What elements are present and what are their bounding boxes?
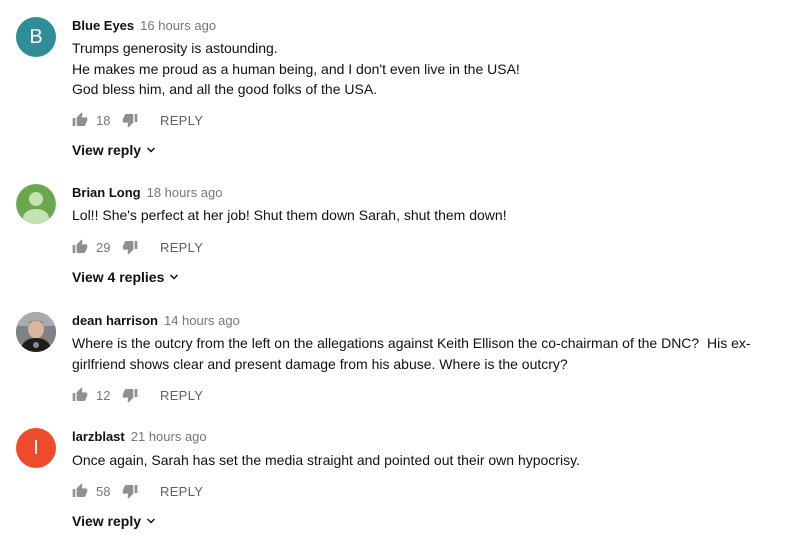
avatar[interactable]: I — [16, 428, 56, 468]
view-replies-button[interactable]: View reply — [72, 513, 157, 529]
like-button[interactable] — [72, 483, 88, 499]
comment-line: God bless him, and all the good folks of… — [72, 81, 378, 97]
avatar[interactable] — [16, 184, 56, 224]
thumbs-down-icon — [122, 241, 138, 255]
like-count: 12 — [96, 387, 111, 403]
author-name[interactable]: Blue Eyes — [72, 18, 134, 33]
comment-header: larzblast 21 hours ago — [72, 429, 207, 445]
dislike-button[interactable] — [122, 112, 138, 128]
comment-line: Trumps generosity is astounding. — [72, 40, 278, 56]
thumbs-up-icon — [72, 387, 88, 401]
thumbs-up-icon — [72, 483, 88, 497]
author-name[interactable]: dean harrison — [72, 313, 158, 328]
thumbs-down-icon — [122, 485, 138, 499]
view-replies-label: View reply — [72, 513, 142, 529]
like-button[interactable] — [72, 112, 88, 128]
comment-actions: 29 REPLY — [72, 238, 203, 256]
reply-button[interactable]: REPLY — [160, 113, 203, 128]
thumbs-up-icon — [72, 112, 88, 126]
view-replies-button[interactable]: View reply — [72, 142, 157, 158]
chevron-down-icon — [146, 518, 156, 524]
avatar-letter: B — [29, 25, 43, 48]
comment-actions: 58 REPLY — [72, 482, 203, 500]
chevron-down-icon — [146, 147, 156, 153]
view-replies-button[interactable]: View 4 replies — [72, 269, 180, 285]
like-count: 58 — [96, 483, 111, 499]
comment-text: Where is the outcry from the left on the… — [72, 333, 772, 374]
default-user-icon — [16, 184, 56, 224]
view-replies-label: View reply — [72, 142, 142, 158]
comment-text: Lol!! She's perfect at her job! Shut the… — [72, 205, 772, 226]
avatar-letter: I — [33, 436, 39, 459]
comment-time[interactable]: 16 hours ago — [140, 18, 216, 33]
thumbs-down-icon — [122, 389, 138, 403]
comment-actions: 18 REPLY — [72, 111, 203, 129]
author-name[interactable]: larzblast — [72, 429, 125, 444]
comment-line: Lol!! She's perfect at her job! Shut the… — [72, 207, 507, 223]
comment-line: girlfriend shows clear and present damag… — [72, 355, 568, 372]
comment-time[interactable]: 14 hours ago — [164, 313, 240, 328]
comment-line: He makes me proud as a human being, and … — [72, 60, 520, 77]
comment-header: Blue Eyes 16 hours ago — [72, 18, 216, 34]
like-count: 29 — [96, 239, 111, 255]
dislike-button[interactable] — [122, 387, 138, 403]
author-name[interactable]: Brian Long — [72, 185, 141, 200]
reply-button[interactable]: REPLY — [160, 484, 203, 499]
chevron-down-icon — [170, 274, 179, 280]
comment-text: Trumps generosity is astounding. He make… — [72, 38, 772, 100]
avatar[interactable] — [16, 312, 56, 352]
dislike-button[interactable] — [122, 483, 138, 499]
view-replies-label: View 4 replies — [72, 269, 165, 285]
comment-line: Where is the outcry from the left on the… — [72, 335, 751, 351]
avatar[interactable]: B — [16, 17, 56, 57]
comment-time[interactable]: 21 hours ago — [131, 429, 207, 444]
reply-button[interactable]: REPLY — [160, 388, 203, 403]
comment-text: Once again, Sarah has set the media stra… — [72, 450, 772, 471]
comment-time[interactable]: 18 hours ago — [147, 185, 223, 200]
thumbs-up-icon — [72, 239, 88, 253]
like-count: 18 — [96, 112, 111, 128]
comment-line: Once again, Sarah has set the media stra… — [72, 452, 580, 468]
like-button[interactable] — [72, 387, 88, 403]
comment-header: Brian Long 18 hours ago — [72, 185, 223, 201]
like-button[interactable] — [72, 239, 88, 255]
thumbs-down-icon — [122, 114, 138, 128]
comment-header: dean harrison 14 hours ago — [72, 313, 240, 329]
dislike-button[interactable] — [122, 239, 138, 255]
comment-actions: 12 REPLY — [72, 386, 203, 404]
reply-button[interactable]: REPLY — [160, 240, 203, 255]
profile-photo — [16, 312, 56, 352]
